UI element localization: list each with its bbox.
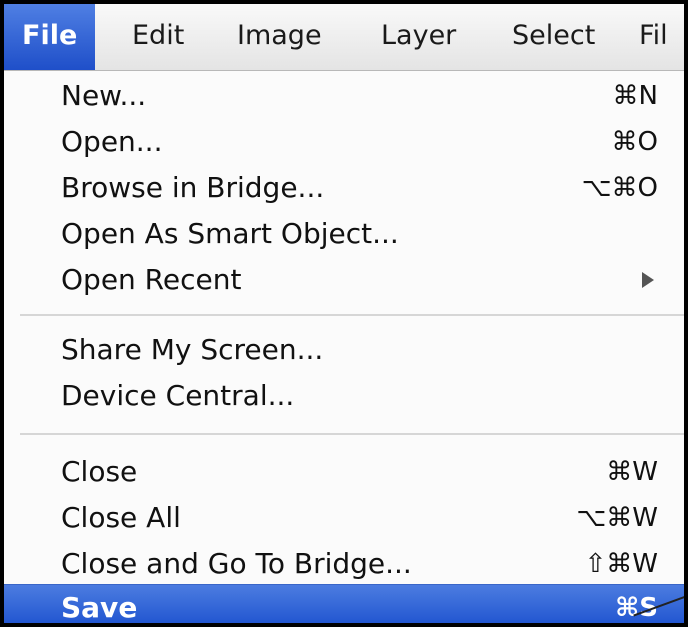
menu-item-close-all[interactable]: Close All ⌥⌘W [4,495,684,541]
menu-item-label: Close and Go To Bridge... [61,547,412,580]
menu-item-shortcut: ⇧⌘W [584,549,659,579]
menu-item-device-central[interactable]: Device Central... [4,373,684,419]
menubar-filter[interactable]: Fil [639,4,668,70]
menu-item-label: Save [61,591,138,624]
menu-item-shortcut: ⌘S [615,593,658,623]
menubar-edit[interactable]: Edit [132,4,184,70]
menu-item-shortcut: ⌘N [612,81,658,111]
menu-item-label: Open Recent [61,263,242,296]
file-menu: New... ⌘N Open... ⌘O Browse in Bridge...… [4,71,684,623]
menu-item-open[interactable]: Open... ⌘O [4,119,684,165]
menu-item-label: New... [61,79,147,112]
menu-item-label: Open As Smart Object... [61,217,399,250]
menu-item-close[interactable]: Close ⌘W [4,449,684,495]
menu-item-open-as-smart-object[interactable]: Open As Smart Object... [4,211,684,257]
menu-item-label: Open... [61,125,163,158]
menu-item-label: Share My Screen... [61,333,324,366]
menu-item-label: Device Central... [61,379,295,412]
menu-item-open-recent[interactable]: Open Recent [4,257,684,303]
menubar-layer[interactable]: Layer [381,4,456,70]
menu-item-shortcut: ⌥⌘O [581,173,658,203]
menu-item-browse-in-bridge[interactable]: Browse in Bridge... ⌥⌘O [4,165,684,211]
menu-item-save[interactable]: Save ⌘S [4,584,684,624]
menu-item-shortcut: ⌘W [606,457,658,487]
menu-item-shortcut: ⌥⌘W [576,503,658,533]
menubar-select[interactable]: Select [512,4,595,70]
chevron-right-icon [642,272,654,288]
menu-item-shortcut: ⌘O [611,127,658,157]
menu-item-label: Close All [61,501,181,534]
menu-item-close-and-go-to-bridge[interactable]: Close and Go To Bridge... ⇧⌘W [4,541,684,587]
menu-bar: File Edit Image Layer Select Fil [4,4,684,71]
screenshot-frame: File Edit Image Layer Select Fil New... … [0,0,688,627]
menu-item-share-my-screen[interactable]: Share My Screen... [4,327,684,373]
menu-item-label: Close [61,455,138,488]
menu-separator [20,433,684,435]
menu-item-new[interactable]: New... ⌘N [4,73,684,119]
menu-item-label: Browse in Bridge... [61,171,325,204]
menu-separator [20,314,684,316]
menubar-file[interactable]: File [4,4,96,70]
menubar-image[interactable]: Image [237,4,322,70]
